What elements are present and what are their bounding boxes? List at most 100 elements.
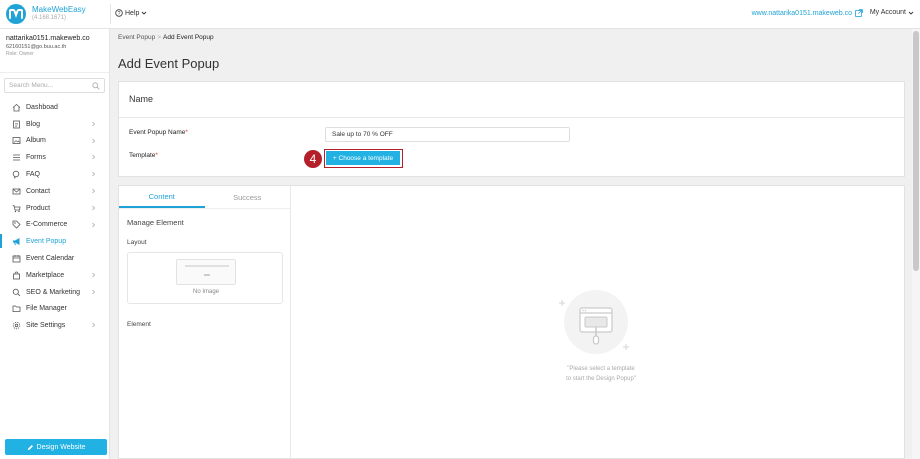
choose-template-button[interactable]: + Choose a template <box>326 151 400 165</box>
tab-content[interactable]: Content <box>119 186 205 208</box>
popup-name-input[interactable] <box>325 127 570 142</box>
user-email: 62160151@go.buu.ac.th <box>6 44 67 50</box>
megaphone-icon <box>12 237 21 246</box>
sidebar-item-site-settings[interactable]: Site Settings <box>0 317 109 334</box>
chevron-right-icon <box>91 222 96 230</box>
sidebar-item-event-calendar[interactable]: Event Calendar <box>0 250 109 267</box>
pencil-icon <box>27 444 33 450</box>
sidebar-item-label: Event Calendar <box>26 255 75 263</box>
brand-version: (4.168.1671) <box>32 15 67 21</box>
element-panel: Content Success Manage Element Layout No… <box>119 186 291 459</box>
sidebar-item-forms[interactable]: Forms <box>0 149 109 166</box>
name-card: Name Event Popup Name* Template* 4 + Cho… <box>118 81 905 177</box>
site-url: www.nattarika0151.makeweb.co <box>751 9 852 17</box>
element-label: Element <box>127 321 151 328</box>
makewebeasy-logo-icon <box>6 4 26 24</box>
sidebar: nattarika0151.makeweb.co 62160151@go.buu… <box>0 29 110 459</box>
sidebar-item-e-commerce[interactable]: E-Commerce <box>0 217 109 234</box>
tab-success[interactable]: Success <box>205 186 291 208</box>
no-image-label: No Image <box>192 289 219 295</box>
template-label: Template* <box>129 152 158 159</box>
chevron-right-icon <box>91 188 96 196</box>
sidebar-item-file-manager[interactable]: File Manager <box>0 301 109 318</box>
sidebar-item-product[interactable]: Product <box>0 200 109 217</box>
calendar-icon <box>12 254 21 263</box>
sidebar-item-label: E-Commerce <box>26 221 68 229</box>
bag-icon <box>12 271 21 280</box>
page-scrollbar[interactable] <box>912 29 920 459</box>
design-website-button[interactable]: Design Website <box>5 439 107 455</box>
breadcrumb-parent[interactable]: Event Popup <box>118 34 155 41</box>
search-icon <box>92 81 100 90</box>
mail-icon <box>12 187 21 196</box>
help-label: Help <box>125 9 140 17</box>
scrollbar-thumb[interactable] <box>913 31 919 271</box>
design-canvas: "Please select a template to start the D… <box>291 186 906 459</box>
site-link[interactable]: www.nattarika0151.makeweb.co <box>752 9 863 17</box>
sidebar-item-marketplace[interactable]: Marketplace <box>0 267 109 284</box>
search-icon <box>12 288 21 297</box>
sidebar-item-label: File Manager <box>26 305 67 313</box>
user-info: nattarika0151.makeweb.co 62160151@go.buu… <box>0 29 109 73</box>
help-icon: ? <box>115 9 123 17</box>
sidebar-item-label: Forms <box>26 154 46 162</box>
my-account-menu[interactable]: My Account <box>870 9 914 16</box>
sidebar-menu: Dashboad Blog Album Forms FAQ Contact Product E… <box>0 99 109 334</box>
empty-template-icon <box>559 290 629 354</box>
sidebar-item-dashboad[interactable]: Dashboad <box>0 99 109 116</box>
highlight-frame: + Choose a template <box>324 149 403 168</box>
external-link-icon <box>855 9 863 17</box>
gear-icon <box>12 321 21 330</box>
chevron-right-icon <box>91 171 96 179</box>
image-icon <box>12 136 21 145</box>
svg-text:?: ? <box>118 11 121 17</box>
sidebar-item-seo-marketing[interactable]: SEO & Marketing <box>0 284 109 301</box>
chevron-right-icon <box>91 138 96 146</box>
tag-icon <box>12 220 21 230</box>
sidebar-item-label: Dashboad <box>26 103 58 111</box>
sidebar-item-label: Blog <box>26 120 41 128</box>
sidebar-item-faq[interactable]: FAQ <box>0 166 109 183</box>
brand-name: MakeWebEasy <box>32 5 86 14</box>
top-bar: MakeWebEasy (4.168.1671) ? Help www.natt… <box>0 0 920 29</box>
design-card: Content Success Manage Element Layout No… <box>118 185 905 459</box>
empty-state-text: "Please select a template to start the D… <box>566 366 636 382</box>
name-card-heading: Name <box>119 82 904 118</box>
help-menu[interactable]: ? Help <box>115 9 147 17</box>
chevron-right-icon <box>91 272 96 280</box>
sidebar-item-label: Product <box>26 204 51 212</box>
document-icon <box>12 120 21 129</box>
breadcrumb-separator: > <box>157 34 162 41</box>
layout-label: Layout <box>127 239 147 246</box>
breadcrumb-current: Add Event Popup <box>163 34 214 41</box>
sidebar-item-label: Album <box>26 137 46 145</box>
design-website-label: Design Website <box>36 443 86 451</box>
top-divider <box>110 4 111 24</box>
logo[interactable]: MakeWebEasy (4.168.1671) <box>6 4 86 24</box>
page-title: Add Event Popup <box>118 56 220 71</box>
popup-name-label: Event Popup Name* <box>129 129 188 136</box>
sidebar-item-blog[interactable]: Blog <box>0 116 109 133</box>
layout-thumbnail <box>176 259 236 285</box>
sidebar-item-event-popup[interactable]: Event Popup <box>0 233 109 250</box>
chevron-right-icon <box>91 154 96 162</box>
folder-icon <box>12 304 21 313</box>
sidebar-item-album[interactable]: Album <box>0 133 109 150</box>
chevron-right-icon <box>91 322 96 330</box>
sidebar-item-label: Contact <box>26 187 51 195</box>
user-site: nattarika0151.makeweb.co <box>6 35 90 42</box>
list-icon <box>12 153 21 162</box>
chevron-down-icon <box>142 11 147 15</box>
sidebar-item-label: FAQ <box>26 171 41 179</box>
layout-selector[interactable]: No Image <box>127 252 283 304</box>
breadcrumb: Event Popup > Add Event Popup <box>118 34 214 41</box>
chevron-down-icon <box>908 11 914 15</box>
search-box <box>4 78 105 93</box>
user-role: Role: Owner <box>6 51 34 57</box>
step-badge: 4 <box>304 150 322 168</box>
sidebar-item-label: SEO & Marketing <box>26 288 81 296</box>
manage-element-title: Manage Element <box>127 218 184 227</box>
search-input[interactable] <box>9 82 89 89</box>
sidebar-item-contact[interactable]: Contact <box>0 183 109 200</box>
chevron-right-icon <box>91 289 96 297</box>
